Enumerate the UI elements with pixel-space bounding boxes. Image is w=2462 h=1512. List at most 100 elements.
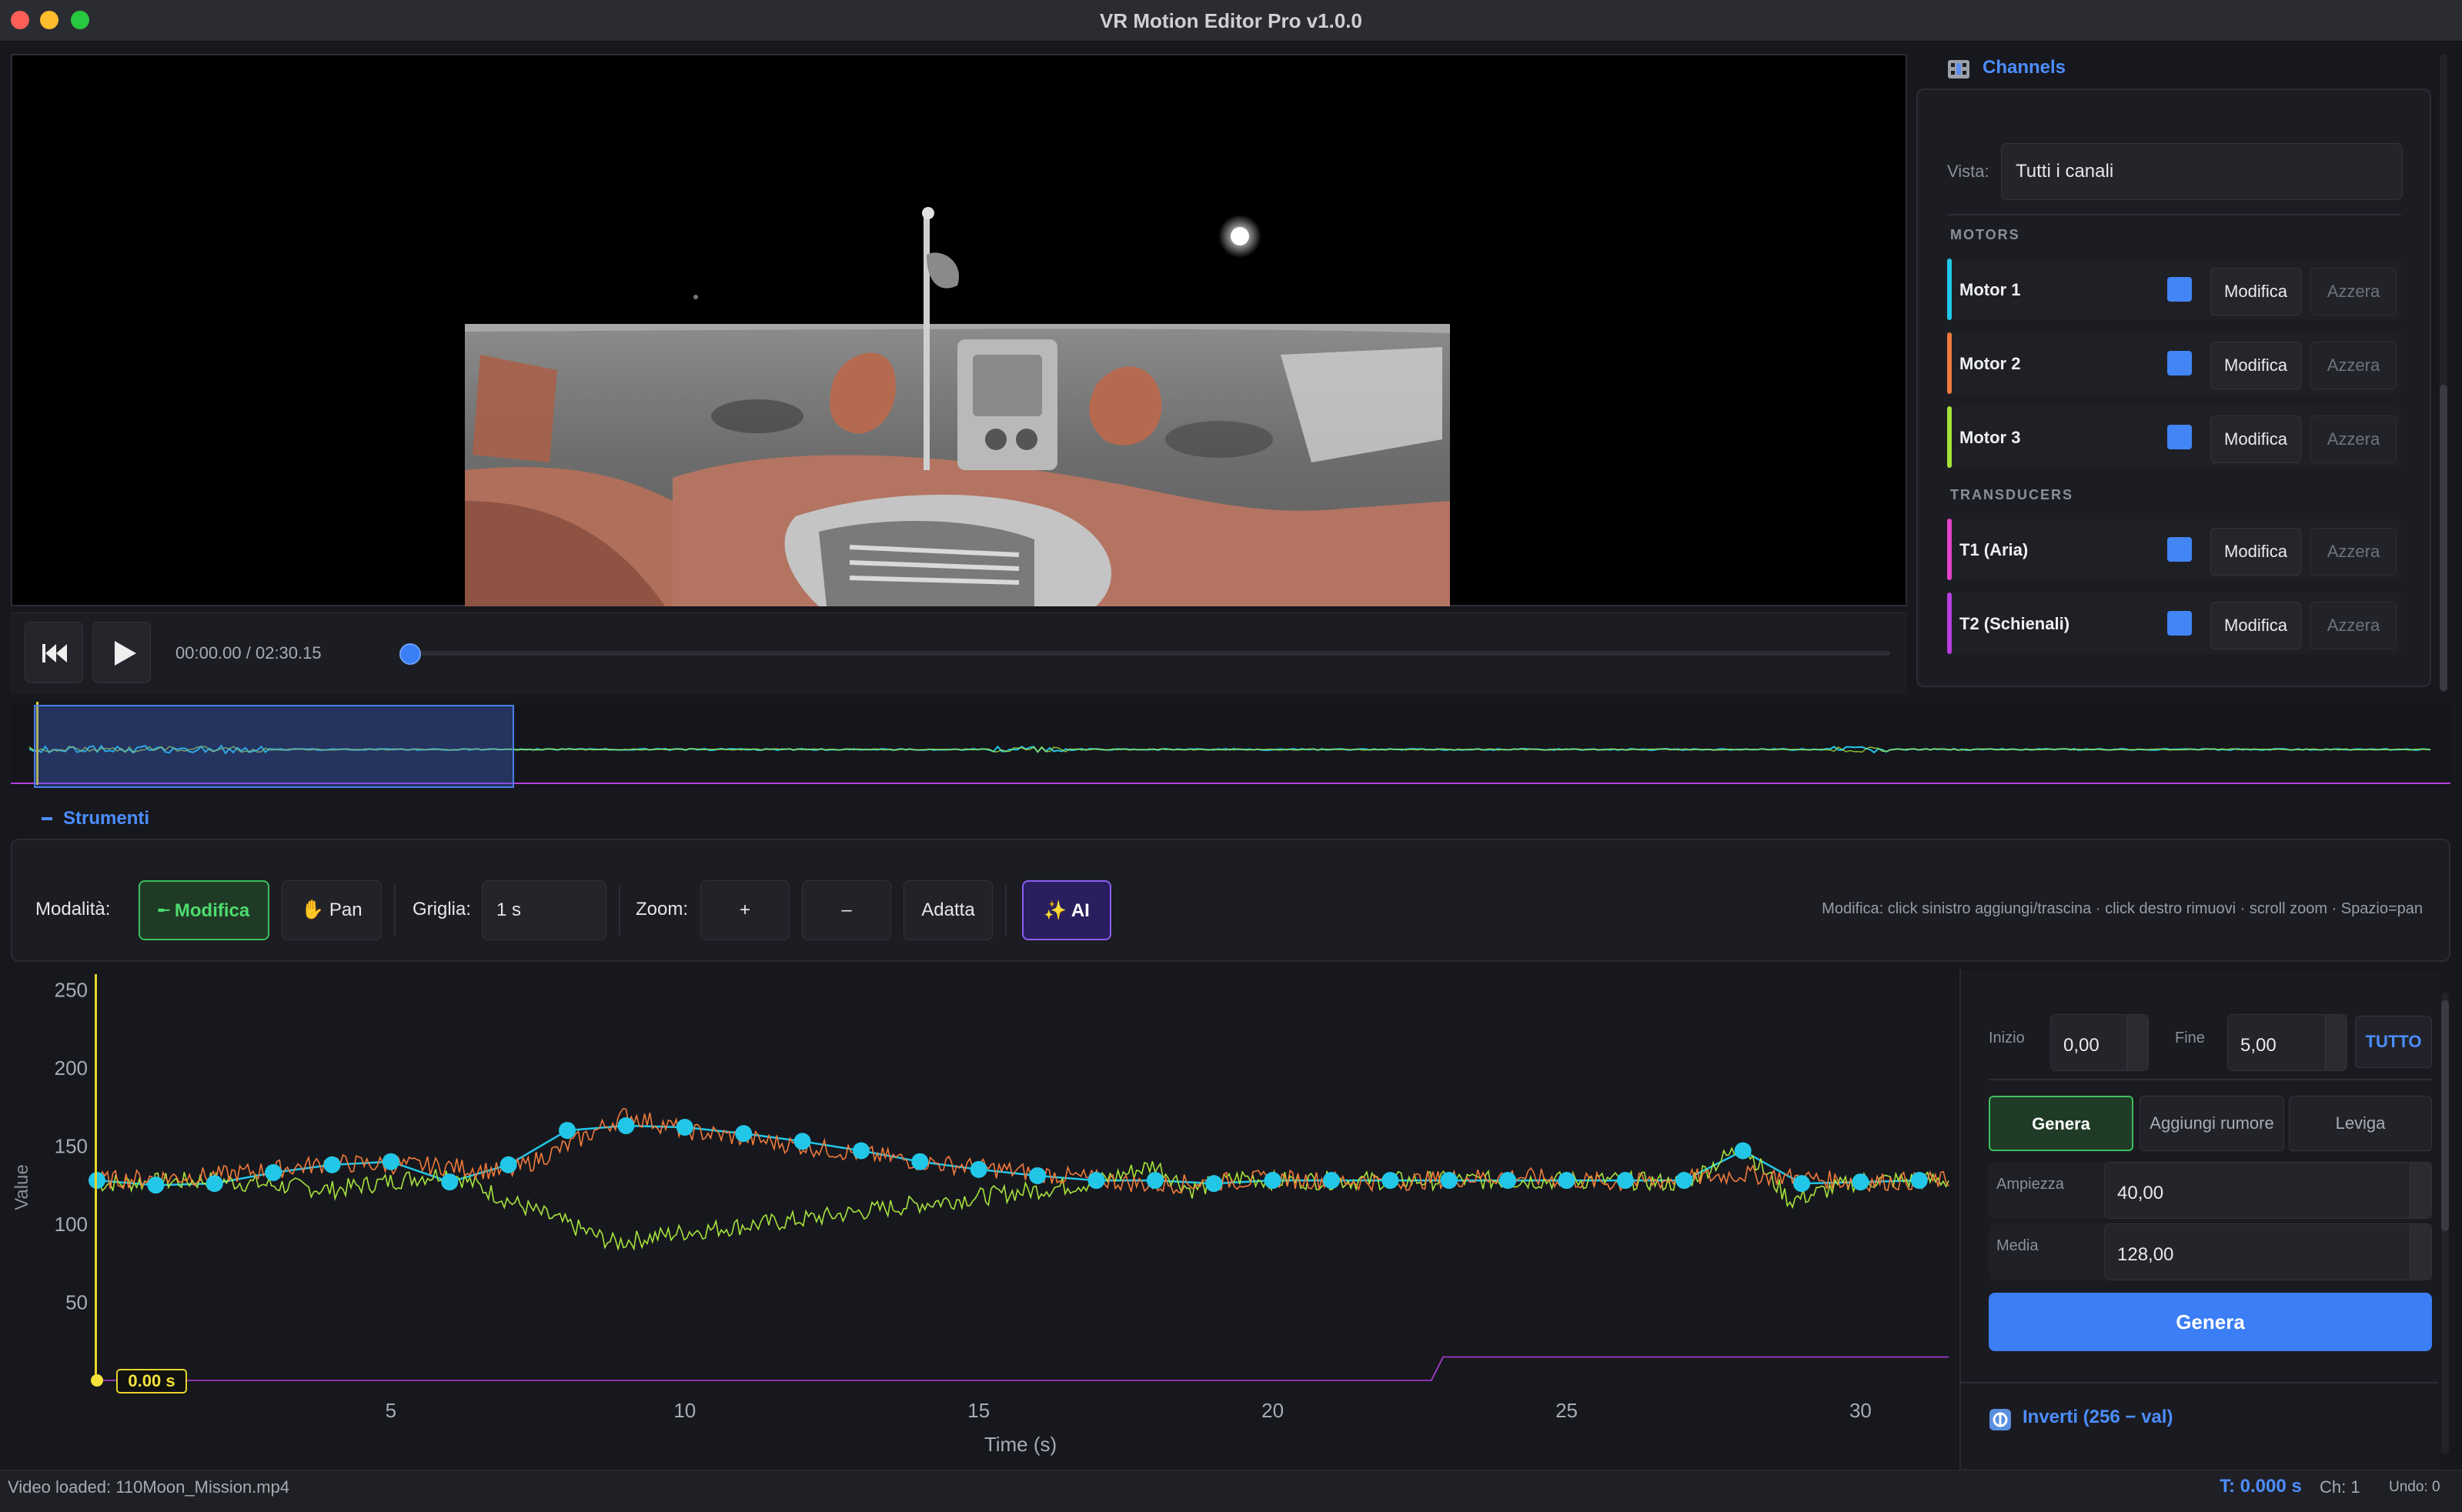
modify-button[interactable]: Modifica: [2210, 342, 2301, 389]
collapse-icon[interactable]: [42, 817, 52, 820]
overview-selection[interactable]: [34, 705, 514, 788]
window-title: VR Motion Editor Pro v1.0.0: [1100, 9, 1362, 32]
channel-name: Motor 2: [1959, 354, 2021, 373]
keyframe-point[interactable]: [1381, 1172, 1399, 1190]
keyframe-point[interactable]: [323, 1156, 341, 1173]
grid-select[interactable]: 1 s: [482, 880, 606, 940]
channel-row-motor-2[interactable]: Motor 2 Modifica Azzera: [1947, 332, 2401, 394]
keyframe-point[interactable]: [147, 1177, 165, 1194]
mode-pan-button[interactable]: ✋ Pan: [282, 880, 382, 940]
status-bar: [0, 1470, 2462, 1512]
tab-add-noise[interactable]: Aggiungi rumore: [2140, 1096, 2284, 1151]
divider: [1947, 214, 2401, 215]
playhead-handle[interactable]: [91, 1374, 103, 1387]
keyframe-point[interactable]: [265, 1163, 282, 1181]
end-input[interactable]: 5,00: [2227, 1014, 2347, 1071]
end-value: 5,00: [2240, 1035, 2277, 1056]
modify-button[interactable]: Modifica: [2210, 602, 2301, 649]
seek-handle[interactable]: [399, 643, 421, 665]
reset-button[interactable]: Azzera: [2310, 268, 2397, 315]
amplitude-spinner[interactable]: [2410, 1163, 2431, 1218]
keyframe-point[interactable]: [735, 1125, 753, 1143]
keyframe-point[interactable]: [1910, 1172, 1928, 1190]
keyframe-point[interactable]: [382, 1153, 399, 1170]
keyframe-point[interactable]: [1146, 1172, 1164, 1190]
channel-visible-checkbox[interactable]: [2167, 537, 2192, 562]
ai-button[interactable]: ✨ AI: [1022, 880, 1111, 940]
keyframe-point[interactable]: [1852, 1173, 1869, 1191]
channel-row-t2[interactable]: T2 (Schienali) Modifica Azzera: [1947, 592, 2401, 654]
reset-button[interactable]: Azzera: [2310, 528, 2397, 576]
start-label: Inizio: [1989, 1030, 2025, 1046]
fit-button[interactable]: Adatta: [904, 880, 993, 940]
keyframe-point[interactable]: [1440, 1172, 1458, 1190]
start-spinner[interactable]: [2126, 1015, 2148, 1070]
keyframe-point[interactable]: [1616, 1172, 1634, 1190]
modify-button[interactable]: Modifica: [2210, 268, 2301, 315]
x-tick-label: 5: [386, 1399, 396, 1422]
series-line: [97, 1356, 1949, 1381]
generate-button[interactable]: Genera: [1989, 1293, 2432, 1351]
channel-visible-checkbox[interactable]: [2167, 611, 2192, 636]
keyframe-point[interactable]: [441, 1173, 459, 1191]
channel-visible-checkbox[interactable]: [2167, 351, 2192, 375]
channel-row-motor-1[interactable]: Motor 1 Modifica Azzera: [1947, 259, 2401, 320]
keyframe-point[interactable]: [1264, 1172, 1281, 1190]
reset-button[interactable]: Azzera: [2310, 416, 2397, 463]
keyframe-point[interactable]: [559, 1122, 576, 1140]
modify-button[interactable]: Modifica: [2210, 528, 2301, 576]
keyframe-point[interactable]: [617, 1116, 635, 1134]
channel-row-motor-3[interactable]: Motor 3 Modifica Azzera: [1947, 406, 2401, 468]
channels-scroll-thumb[interactable]: [2440, 385, 2447, 691]
channel-color-bar: [1947, 332, 1952, 394]
tab-generate[interactable]: Genera: [1989, 1096, 2133, 1151]
end-spinner[interactable]: [2325, 1015, 2347, 1070]
modify-button[interactable]: Modifica: [2210, 416, 2301, 463]
view-select[interactable]: Tutti i canali: [2001, 143, 2403, 200]
rewind-button[interactable]: [25, 622, 83, 683]
reset-button[interactable]: Azzera: [2310, 602, 2397, 649]
keyframe-point[interactable]: [1323, 1172, 1340, 1190]
keyframe-point[interactable]: [793, 1133, 811, 1150]
keyframe-point[interactable]: [205, 1175, 223, 1193]
keyframe-point[interactable]: [911, 1153, 929, 1170]
divider: [619, 885, 620, 936]
amplitude-input[interactable]: 40,00: [2104, 1162, 2432, 1219]
keyframe-point[interactable]: [970, 1160, 987, 1178]
select-all-button[interactable]: TUTTO: [2355, 1016, 2432, 1068]
start-value: 0,00: [2063, 1035, 2100, 1056]
channel-visible-checkbox[interactable]: [2167, 425, 2192, 449]
play-button[interactable]: [92, 622, 151, 683]
motion-chart[interactable]: 50 100 150 200 250 5 10 15 20 25 30 0.00 s Time (…: [0, 968, 1952, 1468]
end-label: Fine: [2175, 1030, 2205, 1046]
y-tick-label: 200: [55, 1056, 88, 1080]
keyframe-point[interactable]: [1029, 1167, 1047, 1184]
keyframe-point[interactable]: [1734, 1142, 1752, 1160]
channel-row-t1[interactable]: T1 (Aria) Modifica Azzera: [1947, 519, 2401, 580]
keyframe-point[interactable]: [1499, 1172, 1517, 1190]
keyframe-point[interactable]: [676, 1119, 693, 1137]
channel-visible-checkbox[interactable]: [2167, 277, 2192, 302]
tab-smooth[interactable]: Leviga: [2289, 1096, 2432, 1151]
seek-slider[interactable]: [408, 651, 1890, 656]
mean-input[interactable]: 128,00: [2104, 1223, 2432, 1280]
mode-edit-button[interactable]: ╾ Modifica: [139, 880, 269, 940]
mean-spinner[interactable]: [2410, 1224, 2431, 1280]
amplitude-label: Ampiezza: [1996, 1176, 2064, 1193]
keyframe-point[interactable]: [1675, 1172, 1693, 1190]
playhead[interactable]: [95, 974, 97, 1380]
view-label: Vista:: [1947, 162, 1989, 181]
reset-button[interactable]: Azzera: [2310, 342, 2397, 389]
keyframe-point[interactable]: [1793, 1175, 1811, 1193]
zoom-out-button[interactable]: –: [802, 880, 891, 940]
keyframe-point[interactable]: [852, 1142, 870, 1160]
invert-section-title[interactable]: Inverti (256 − val): [2023, 1407, 2173, 1428]
tools-title[interactable]: Strumenti: [63, 808, 149, 829]
generator-scroll-thumb[interactable]: [2441, 1000, 2449, 1231]
keyframe-point[interactable]: [499, 1156, 517, 1173]
zoom-in-button[interactable]: +: [700, 880, 790, 940]
start-input[interactable]: 0,00: [2050, 1014, 2149, 1071]
keyframe-point[interactable]: [1205, 1175, 1223, 1193]
keyframe-point[interactable]: [1087, 1172, 1105, 1190]
keyframe-point[interactable]: [1558, 1172, 1575, 1190]
